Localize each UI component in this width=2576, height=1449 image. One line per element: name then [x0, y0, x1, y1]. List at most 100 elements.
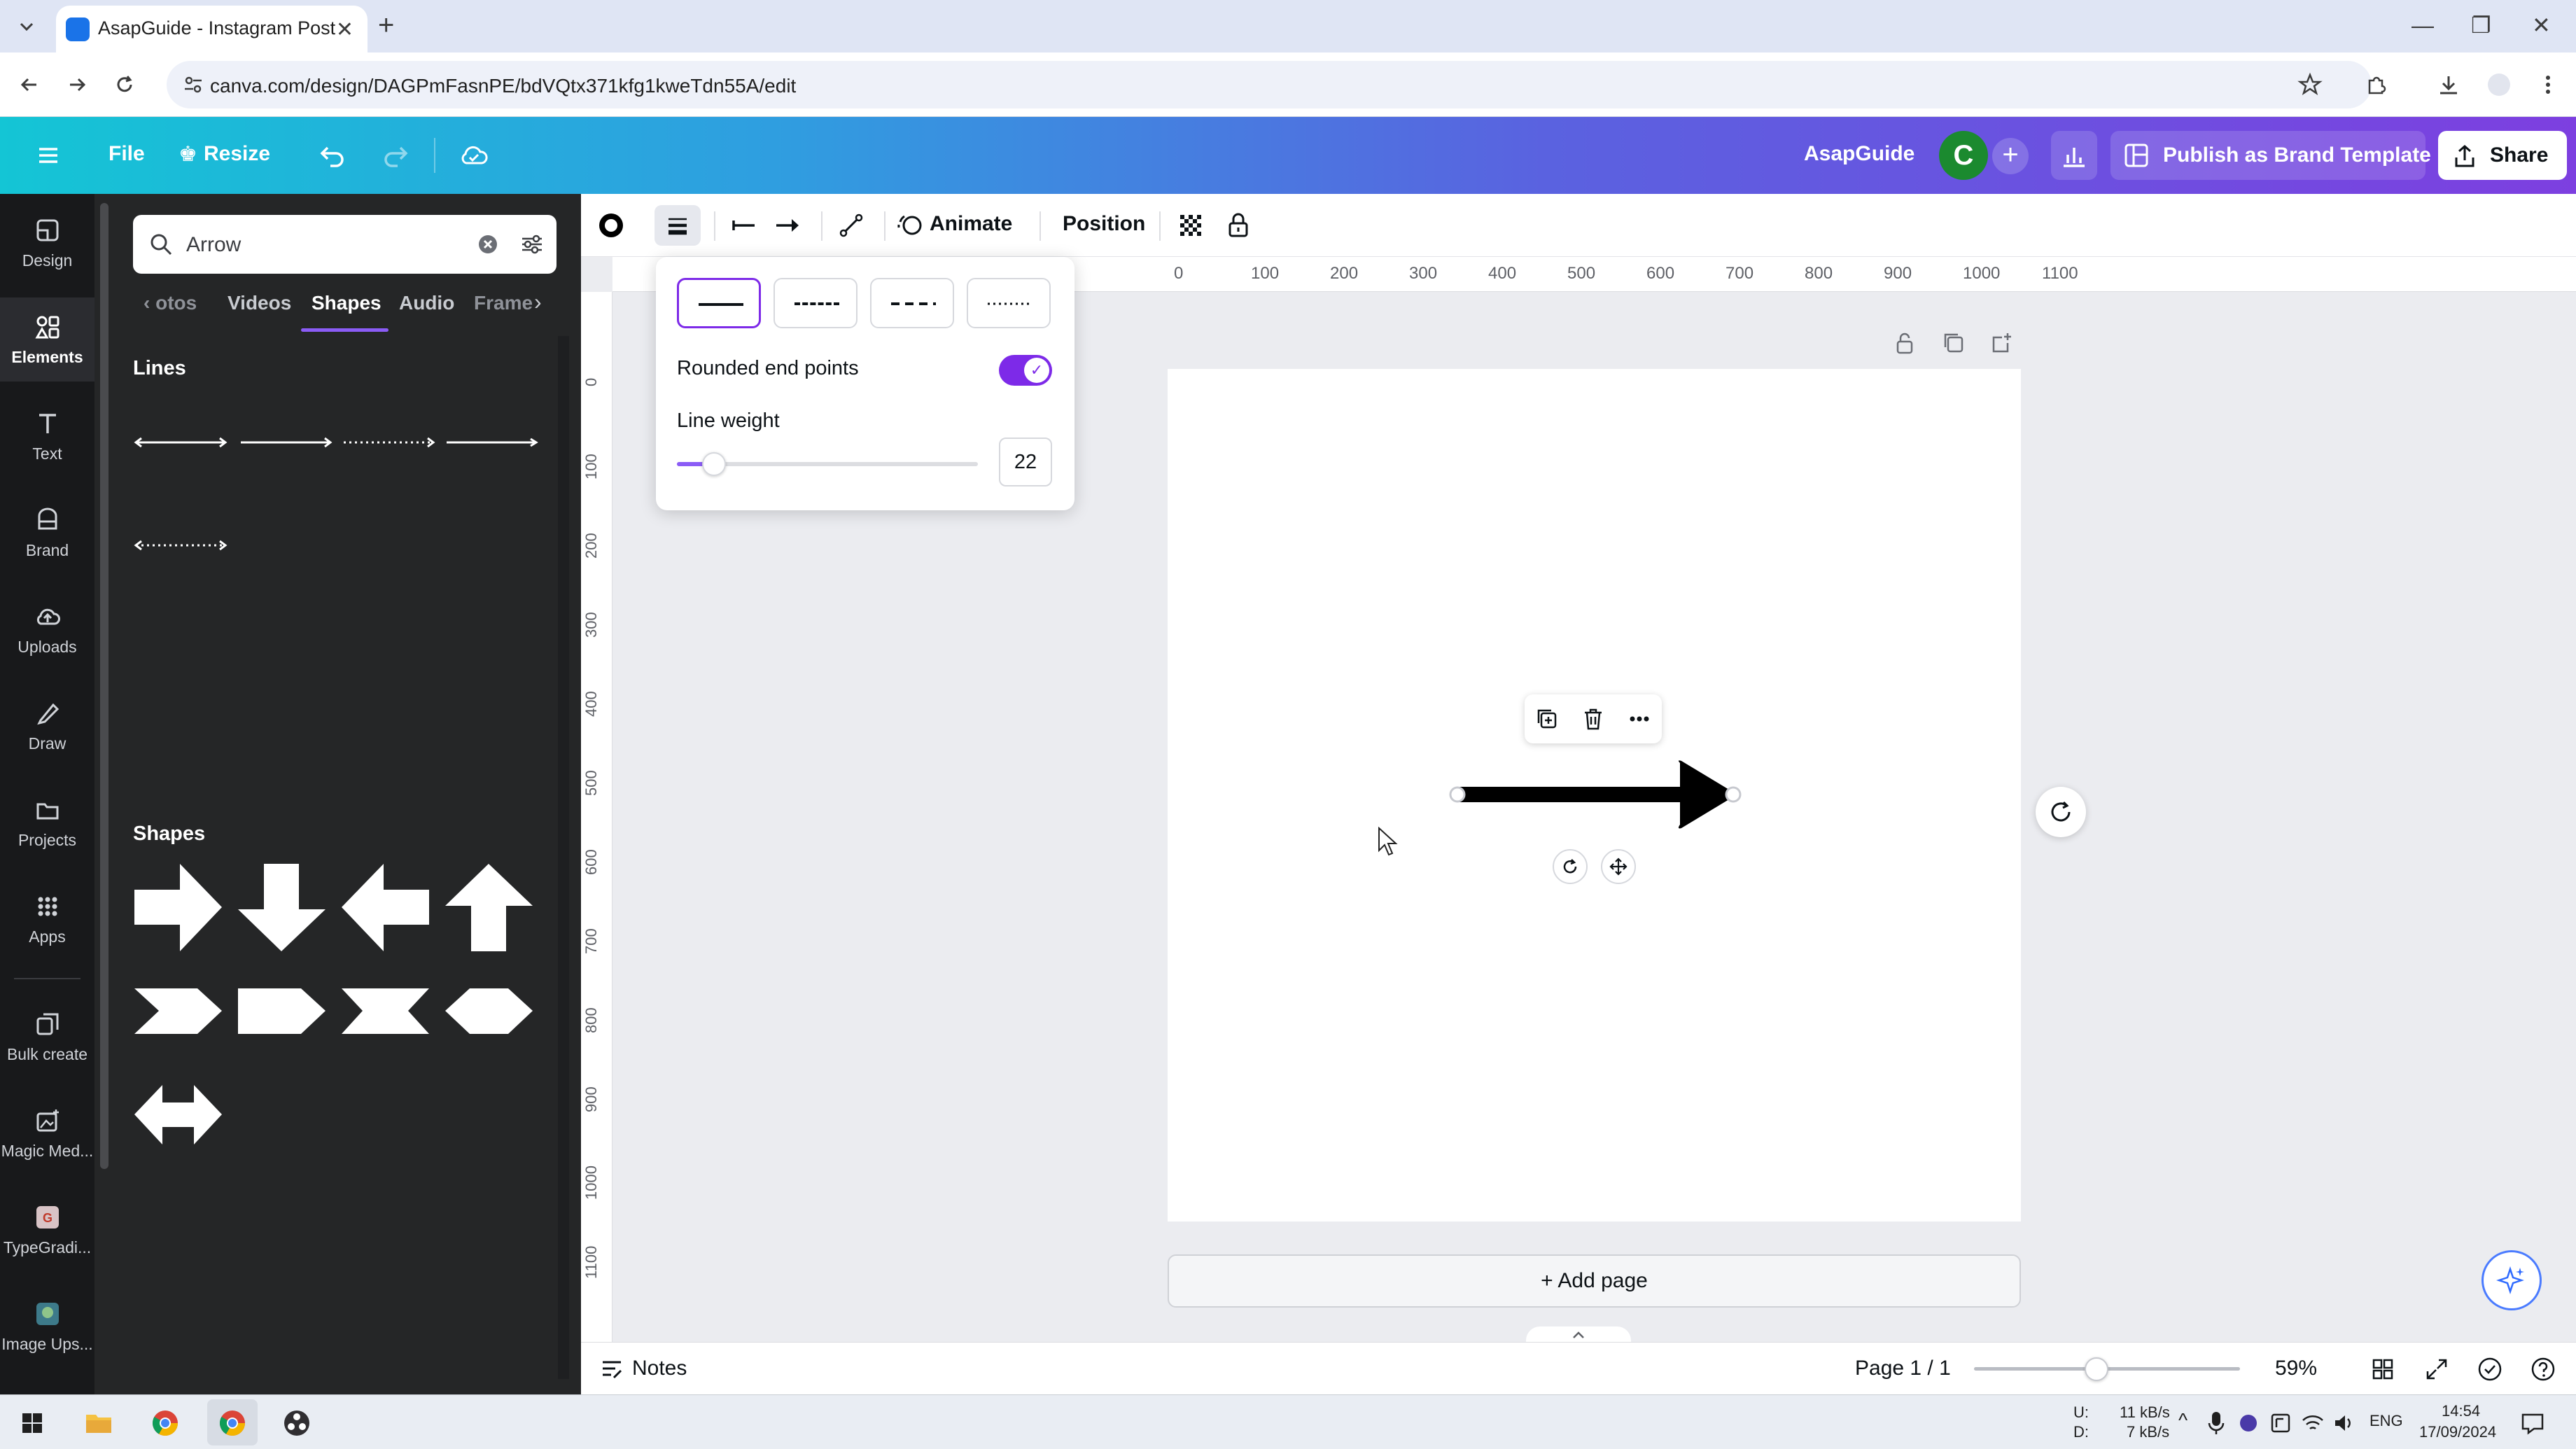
new-tab-button[interactable]: + — [378, 11, 394, 39]
line-thin-arrow[interactable] — [442, 428, 540, 456]
clear-search-icon[interactable] — [476, 232, 500, 256]
bookmark-star-icon[interactable] — [2296, 71, 2324, 99]
line-weight-slider[interactable] — [677, 452, 978, 476]
position-button[interactable]: Position — [1063, 212, 1145, 236]
publish-brand-template-button[interactable]: Publish as Brand Template — [2110, 131, 2431, 180]
rail-item-bulk-create[interactable]: Bulk create — [0, 995, 94, 1079]
page-panel-pull-tab[interactable] — [1526, 1326, 1631, 1343]
search-input[interactable] — [186, 233, 452, 257]
extensions-icon[interactable] — [2362, 71, 2390, 99]
profile-avatar-icon[interactable] — [2485, 71, 2513, 99]
obs-recorder-icon[interactable] — [279, 1405, 315, 1441]
rail-item-image-upscaler[interactable]: Image Ups... — [0, 1284, 94, 1368]
tab-frames[interactable]: Frame — [474, 292, 533, 314]
undo-icon[interactable] — [315, 138, 350, 173]
add-page-icon[interactable] — [1988, 329, 2016, 357]
duplicate-page-icon[interactable] — [1940, 329, 1968, 357]
tab-shapes[interactable]: Shapes — [312, 292, 382, 314]
add-collaborator-button[interactable]: + — [1992, 138, 2029, 174]
line-style-dotted[interactable] — [967, 278, 1051, 328]
lock-element-icon[interactable] — [1222, 209, 1254, 241]
help-icon[interactable] — [2528, 1354, 2558, 1384]
line-end-arrow-icon[interactable] — [772, 209, 804, 241]
clock-time[interactable]: 14:54 — [2442, 1402, 2480, 1420]
insights-button[interactable] — [2051, 131, 2097, 180]
rail-item-typegradient[interactable]: G TypeGradi... — [0, 1188, 94, 1272]
tray-expand-chevron-icon[interactable]: ^ — [2178, 1409, 2188, 1432]
user-avatar[interactable]: C — [1939, 131, 1988, 180]
search-box[interactable] — [133, 215, 556, 274]
rail-item-design[interactable]: Design — [0, 201, 94, 285]
rail-item-elements[interactable]: Elements — [0, 298, 94, 382]
line-style-long-dash[interactable] — [774, 278, 858, 328]
browser-tab-active[interactable]: AsapGuide - Instagram Post ✕ — [56, 6, 368, 52]
shape-arrow-down[interactable] — [234, 860, 329, 955]
rail-item-apps[interactable]: Apps — [0, 877, 94, 961]
tray-app-icon[interactable] — [2268, 1409, 2293, 1437]
shape-arrow-right[interactable] — [131, 860, 225, 955]
line-dotted-arrow[interactable] — [340, 428, 438, 456]
transparency-icon[interactable] — [1175, 209, 1207, 241]
window-close-button[interactable]: ✕ — [2532, 13, 2551, 38]
rail-item-draw[interactable]: Draw — [0, 684, 94, 768]
line-dotted-double-arrow[interactable] — [132, 531, 230, 559]
tab-list-chevron-icon[interactable] — [14, 14, 39, 39]
rail-item-magic-media[interactable]: Magic Med... — [0, 1091, 94, 1175]
zoom-slider-thumb[interactable] — [2084, 1357, 2108, 1381]
delete-element-icon[interactable] — [1579, 705, 1607, 733]
shape-arrow-up[interactable] — [442, 860, 536, 955]
window-minimize-button[interactable]: — — [2412, 13, 2434, 38]
rounded-end-points-toggle[interactable]: ✓ — [999, 355, 1052, 386]
windows-start-icon[interactable] — [14, 1405, 50, 1441]
shape-chevron[interactable] — [131, 964, 225, 1058]
line-weight-style-icon-active[interactable] — [662, 209, 694, 241]
page-indicator[interactable]: Page 1 / 1 — [1855, 1357, 1951, 1380]
resize-button[interactable]: ♚ Resize — [178, 142, 270, 170]
line-type-icon[interactable] — [835, 209, 867, 241]
rotate-handle[interactable] — [1553, 849, 1588, 884]
animate-button[interactable]: Animate — [896, 208, 1022, 243]
url-field[interactable]: canva.com/design/DAGPmFasnPE/bdVQtx371kf… — [167, 61, 2372, 108]
filter-icon[interactable] — [518, 230, 546, 258]
hamburger-menu-icon[interactable] — [31, 138, 66, 173]
zoom-level[interactable]: 59% — [2275, 1357, 2317, 1380]
line-right-arrow[interactable] — [237, 428, 335, 456]
meet-app-icon[interactable] — [2236, 1409, 2261, 1437]
rail-item-brand[interactable]: Brand — [0, 491, 94, 575]
shape-ribbon-banner[interactable] — [338, 964, 433, 1058]
line-style-short-dash[interactable] — [870, 278, 954, 328]
share-button[interactable]: Share — [2438, 131, 2567, 180]
microphone-icon[interactable] — [2204, 1409, 2229, 1437]
panel-scrollbar[interactable] — [558, 336, 569, 1379]
reload-icon[interactable] — [111, 71, 139, 99]
browser-menu-icon[interactable] — [2534, 71, 2562, 99]
lock-page-icon[interactable] — [1891, 329, 1919, 357]
shape-hexagon-arrow[interactable] — [442, 964, 536, 1058]
rail-scrollbar[interactable] — [100, 203, 108, 1169]
line-weight-slider-thumb[interactable] — [702, 452, 726, 476]
canva-assistant-button[interactable] — [2482, 1250, 2542, 1310]
shape-double-arrow[interactable] — [131, 1068, 225, 1162]
line-start-icon[interactable] — [728, 209, 760, 241]
wifi-icon[interactable] — [2300, 1409, 2325, 1437]
selected-arrow-line[interactable] — [1449, 756, 1743, 833]
magic-switch-button[interactable] — [2036, 787, 2086, 837]
clock-date[interactable]: 17/09/2024 — [2419, 1423, 2496, 1441]
rail-item-text[interactable]: Text — [0, 394, 94, 478]
shape-pentagon-arrow[interactable] — [234, 964, 329, 1058]
add-page-button[interactable]: + Add page — [1168, 1254, 2021, 1308]
language-indicator[interactable]: ENG — [2370, 1412, 2403, 1430]
notifications-icon[interactable] — [2519, 1409, 2547, 1437]
line-color-icon[interactable] — [595, 209, 627, 241]
back-arrow-icon[interactable] — [15, 71, 43, 99]
tab-close-icon[interactable]: ✕ — [336, 18, 354, 42]
volume-icon[interactable] — [2331, 1409, 2356, 1437]
notes-button[interactable]: Notes — [598, 1352, 710, 1385]
file-explorer-icon[interactable] — [80, 1405, 117, 1441]
line-style-solid[interactable] — [677, 278, 761, 328]
zoom-slider[interactable] — [1974, 1357, 2240, 1381]
rail-item-projects[interactable]: Projects — [0, 780, 94, 864]
more-options-icon[interactable] — [1625, 705, 1653, 733]
file-menu-button[interactable]: File — [108, 142, 145, 166]
cloud-sync-icon[interactable] — [456, 138, 491, 173]
